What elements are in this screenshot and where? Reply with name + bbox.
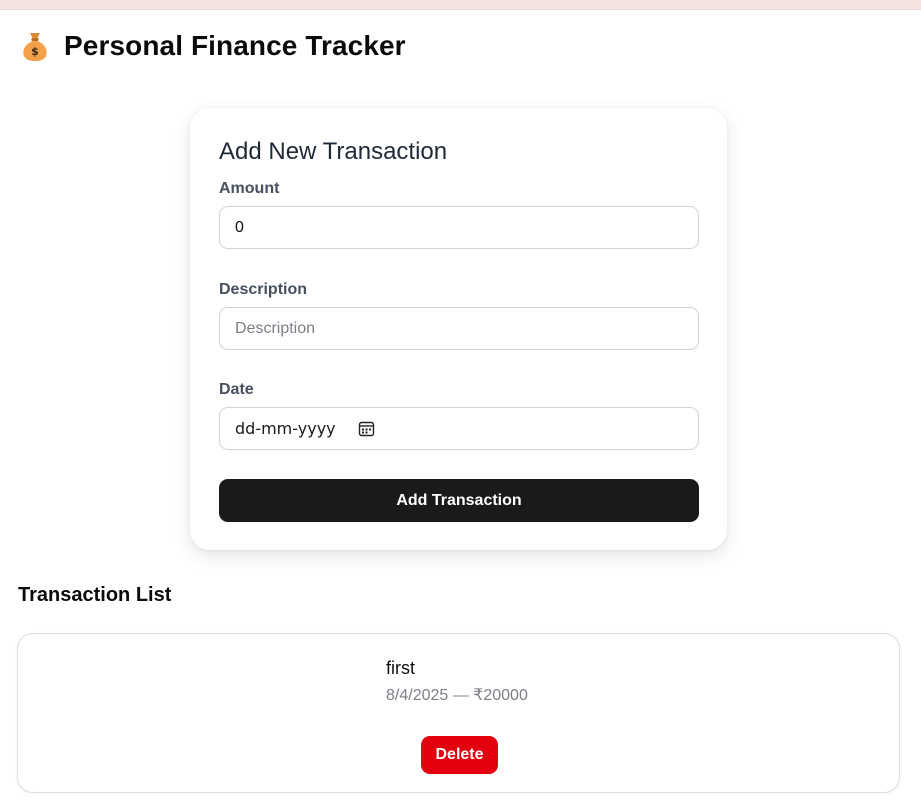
transaction-description: first — [386, 658, 415, 678]
date-input[interactable]: dd-mm-yyyy — [219, 407, 699, 450]
transaction-list-heading: Transaction List — [18, 584, 172, 606]
calendar-icon[interactable] — [358, 420, 375, 437]
amount-input[interactable] — [219, 206, 699, 249]
add-transaction-button[interactable]: Add Transaction — [219, 479, 699, 522]
app-header: $ Personal Finance Tracker — [20, 30, 406, 62]
money-bag-icon: $ — [20, 30, 50, 62]
delete-button[interactable]: Delete — [421, 736, 498, 774]
description-input[interactable] — [219, 307, 699, 350]
transaction-meta: 8/4/2025 — ₹20000 — [386, 687, 528, 704]
browser-top-strip — [0, 0, 921, 10]
amount-label: Amount — [219, 180, 280, 197]
date-placeholder: dd-mm-yyyy — [235, 419, 336, 438]
page-title: Personal Finance Tracker — [64, 30, 406, 61]
date-label: Date — [219, 381, 254, 398]
svg-text:$: $ — [31, 45, 39, 58]
description-label: Description — [219, 281, 308, 298]
form-title: Add New Transaction — [219, 138, 448, 165]
add-transaction-form: Add New Transaction Amount Description D… — [190, 108, 727, 550]
transaction-item: first 8/4/2025 — ₹20000 Delete — [17, 633, 900, 793]
